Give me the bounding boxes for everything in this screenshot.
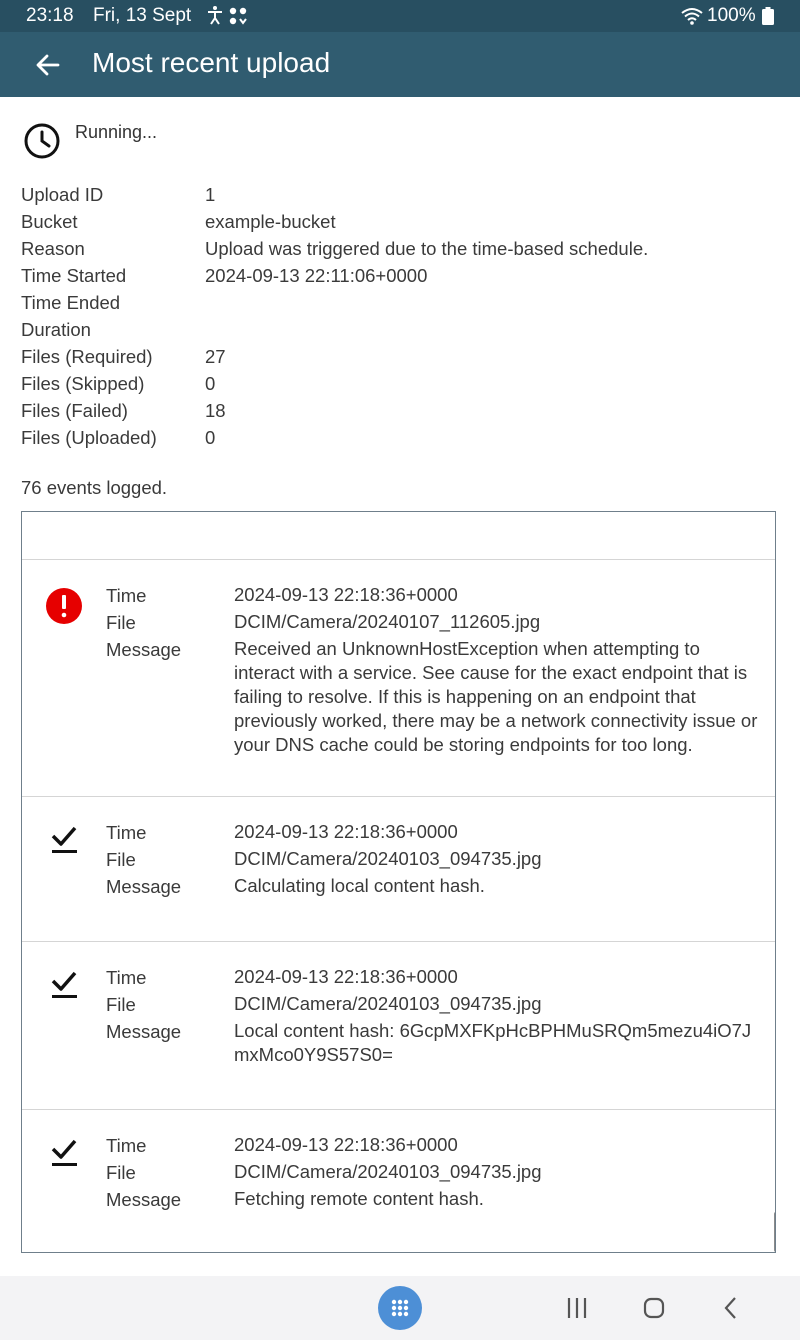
status-date: Fri, 13 Sept xyxy=(93,5,192,26)
check-icon xyxy=(51,971,77,998)
event-time-label: Time xyxy=(106,585,147,606)
event-file-value: DCIM/Camera/20240103_094735.jpg xyxy=(234,848,542,869)
recents-icon[interactable] xyxy=(564,1295,590,1321)
detail-label: Duration xyxy=(21,319,91,340)
detail-label: Bucket xyxy=(21,211,78,232)
event-message-value: Received an UnknownHostException when at… xyxy=(234,638,758,755)
clock-icon xyxy=(24,123,60,159)
event-message-value: Calculating local content hash. xyxy=(234,875,485,896)
event-message-label: Message xyxy=(106,1189,182,1210)
event-item-success: Time File Message 2024-09-13 22:18:36+00… xyxy=(22,1109,775,1252)
event-file-value: DCIM/Camera/20240107_112605.jpg xyxy=(234,611,541,632)
detail-value: 2024-09-13 22:11:06+0000 xyxy=(205,265,428,286)
scrollbar-thumb[interactable] xyxy=(774,1212,775,1252)
accessibility-icon xyxy=(208,6,222,25)
event-item-success: Time File Message 2024-09-13 22:18:36+00… xyxy=(22,941,775,1110)
event-time-label: Time xyxy=(106,1135,147,1156)
detail-label: Upload ID xyxy=(21,184,104,205)
detail-value: 0 xyxy=(205,427,216,448)
chevron-left-icon[interactable] xyxy=(718,1295,744,1321)
apps-button[interactable] xyxy=(378,1286,422,1330)
notification-icon xyxy=(229,7,247,25)
event-file-label: File xyxy=(106,849,136,870)
detail-label: Files (Skipped) xyxy=(21,373,145,394)
detail-label: Files (Failed) xyxy=(21,400,128,421)
battery-icon xyxy=(762,7,774,25)
detail-label: Time Started xyxy=(21,265,127,286)
event-message-value: Local content hash: 6GcpMXFKpHcBPHMuSRQm… xyxy=(234,1020,752,1065)
event-time-label: Time xyxy=(106,822,147,843)
event-message-value: Fetching remote content hash. xyxy=(234,1188,484,1209)
wifi-icon xyxy=(681,8,703,25)
page-title: Most recent upload xyxy=(92,47,331,78)
events-count: 76 events logged. xyxy=(21,477,168,498)
detail-label: Files (Required) xyxy=(21,346,153,367)
detail-value: 18 xyxy=(205,400,226,421)
upload-state: Running... xyxy=(75,122,158,142)
event-item-success: Time File Message 2024-09-13 22:18:36+00… xyxy=(22,796,775,942)
event-time-value: 2024-09-13 22:18:36+0000 xyxy=(234,584,458,605)
event-file-label: File xyxy=(106,612,136,633)
event-file-value: DCIM/Camera/20240103_094735.jpg xyxy=(234,1161,542,1182)
event-message-label: Message xyxy=(106,876,182,897)
detail-label: Time Ended xyxy=(21,292,121,313)
error-icon xyxy=(46,588,82,624)
event-time-label: Time xyxy=(106,967,147,988)
event-time-value: 2024-09-13 22:18:36+0000 xyxy=(234,821,458,842)
event-time-value: 2024-09-13 22:18:36+0000 xyxy=(234,966,458,987)
detail-value: example-bucket xyxy=(205,211,336,232)
event-message-label: Message xyxy=(106,639,182,660)
event-time-value: 2024-09-13 22:18:36+0000 xyxy=(234,1134,458,1155)
detail-value: 0 xyxy=(205,373,216,394)
detail-value: 1 xyxy=(205,184,216,205)
back-arrow-icon[interactable] xyxy=(30,48,66,82)
event-message-label: Message xyxy=(106,1021,182,1042)
event-item-error: Time File Message 2024-09-13 22:18:36+00… xyxy=(22,559,775,797)
battery-percent: 100% xyxy=(707,5,756,26)
system-nav-bar xyxy=(0,1276,800,1340)
check-icon xyxy=(51,826,77,853)
detail-value: 27 xyxy=(205,346,226,367)
detail-value: Upload was triggered due to the time-bas… xyxy=(205,238,649,259)
detail-label: Files (Uploaded) xyxy=(21,427,157,448)
home-icon[interactable] xyxy=(641,1295,667,1321)
status-time: 23:18 xyxy=(26,5,74,26)
detail-label: Reason xyxy=(21,238,85,259)
event-file-label: File xyxy=(106,1162,136,1183)
event-file-value: DCIM/Camera/20240103_094735.jpg xyxy=(234,993,542,1014)
check-icon xyxy=(51,1139,77,1166)
app-bar: Most recent upload xyxy=(0,32,800,97)
apps-grid-icon xyxy=(391,1299,409,1317)
clipped-previous-event-text: — — — xyxy=(106,512,170,519)
event-file-label: File xyxy=(106,994,136,1015)
status-bar: 23:18 Fri, 13 Sept 100% xyxy=(0,0,800,32)
events-list[interactable]: — — — Time File Message 2024-09-13 22:18… xyxy=(21,511,776,1253)
